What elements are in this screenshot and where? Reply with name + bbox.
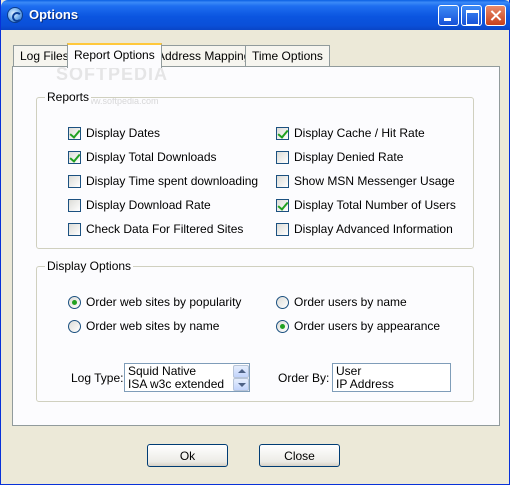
log-type-list[interactable]: Squid Native ISA w3c extended	[124, 363, 250, 392]
radio-button[interactable]	[68, 295, 81, 309]
tab-time-options[interactable]: Time Options	[245, 45, 330, 67]
window-title: Options	[29, 7, 79, 22]
checkbox-display-time-spent[interactable]: Display Time spent downloading	[68, 173, 258, 189]
order-by-label: Order By:	[278, 371, 330, 385]
checkbox-label: Display Time spent downloading	[86, 174, 259, 188]
minimize-button[interactable]	[438, 5, 459, 26]
reports-group-label: Reports	[45, 90, 92, 104]
log-type-option[interactable]: ISA w3c extended	[128, 378, 246, 391]
checkbox-box[interactable]	[68, 126, 81, 140]
radio-sites-by-name[interactable]: Order web sites by name	[68, 318, 219, 334]
radio-button[interactable]	[68, 319, 81, 333]
app-icon	[7, 7, 23, 23]
order-by-option[interactable]: IP Address	[336, 378, 447, 391]
checkbox-label: Display Total Downloads	[86, 150, 217, 164]
radio-button[interactable]	[276, 319, 289, 333]
checkbox-display-download-rate[interactable]: Display Download Rate	[68, 197, 211, 213]
log-type-label: Log Type:	[71, 371, 124, 385]
radio-label: Order users by name	[294, 295, 407, 309]
checkbox-show-msn-usage[interactable]: Show MSN Messenger Usage	[276, 173, 455, 189]
checkbox-display-total-downloads[interactable]: Display Total Downloads	[68, 149, 217, 165]
options-window: Options Log Files Report Options Address…	[0, 0, 510, 485]
checkbox-box[interactable]	[68, 198, 81, 212]
checkbox-display-cache-hit-rate[interactable]: Display Cache / Hit Rate	[276, 125, 425, 141]
display-options-group-label: Display Options	[45, 259, 134, 273]
title-bar[interactable]: Options	[1, 0, 510, 30]
radio-sites-by-popularity[interactable]: Order web sites by popularity	[68, 294, 241, 310]
checkbox-box[interactable]	[276, 126, 289, 140]
order-by-list[interactable]: User IP Address	[332, 363, 451, 392]
scroll-down-icon[interactable]	[233, 378, 249, 391]
checkbox-box[interactable]	[276, 198, 289, 212]
radio-users-by-appearance[interactable]: Order users by appearance	[276, 318, 440, 334]
checkbox-display-dates[interactable]: Display Dates	[68, 125, 160, 141]
scroll-up-icon[interactable]	[233, 365, 249, 378]
radio-label: Order users by appearance	[294, 319, 441, 333]
checkbox-box[interactable]	[276, 174, 289, 188]
radio-label: Order web sites by name	[86, 319, 220, 333]
checkbox-box[interactable]	[276, 150, 289, 164]
close-button[interactable]: Close	[259, 444, 340, 467]
radio-users-by-name[interactable]: Order users by name	[276, 294, 407, 310]
checkbox-label: Display Denied Rate	[294, 150, 404, 164]
checkbox-label: Show MSN Messenger Usage	[294, 174, 455, 188]
checkbox-box[interactable]	[276, 222, 289, 236]
maximize-button[interactable]	[461, 5, 482, 26]
checkbox-label: Display Advanced Information	[294, 222, 453, 236]
checkbox-display-total-users[interactable]: Display Total Number of Users	[276, 197, 456, 213]
checkbox-box[interactable]	[68, 174, 81, 188]
checkbox-label: Display Download Rate	[86, 198, 211, 212]
checkbox-display-denied-rate[interactable]: Display Denied Rate	[276, 149, 403, 165]
checkbox-label: Display Cache / Hit Rate	[294, 126, 425, 140]
checkbox-box[interactable]	[68, 150, 81, 164]
checkbox-check-filtered-sites[interactable]: Check Data For Filtered Sites	[68, 221, 243, 237]
checkbox-label: Display Dates	[86, 126, 161, 140]
close-window-button[interactable]	[485, 5, 506, 26]
checkbox-label: Display Total Number of Users	[294, 198, 456, 212]
ok-button[interactable]: Ok	[147, 444, 228, 467]
radio-button[interactable]	[276, 295, 289, 309]
checkbox-box[interactable]	[68, 222, 81, 236]
checkbox-display-advanced-info[interactable]: Display Advanced Information	[276, 221, 453, 237]
tab-report-options[interactable]: Report Options	[67, 43, 162, 68]
radio-label: Order web sites by popularity	[86, 295, 242, 309]
checkbox-label: Check Data For Filtered Sites	[86, 222, 244, 236]
